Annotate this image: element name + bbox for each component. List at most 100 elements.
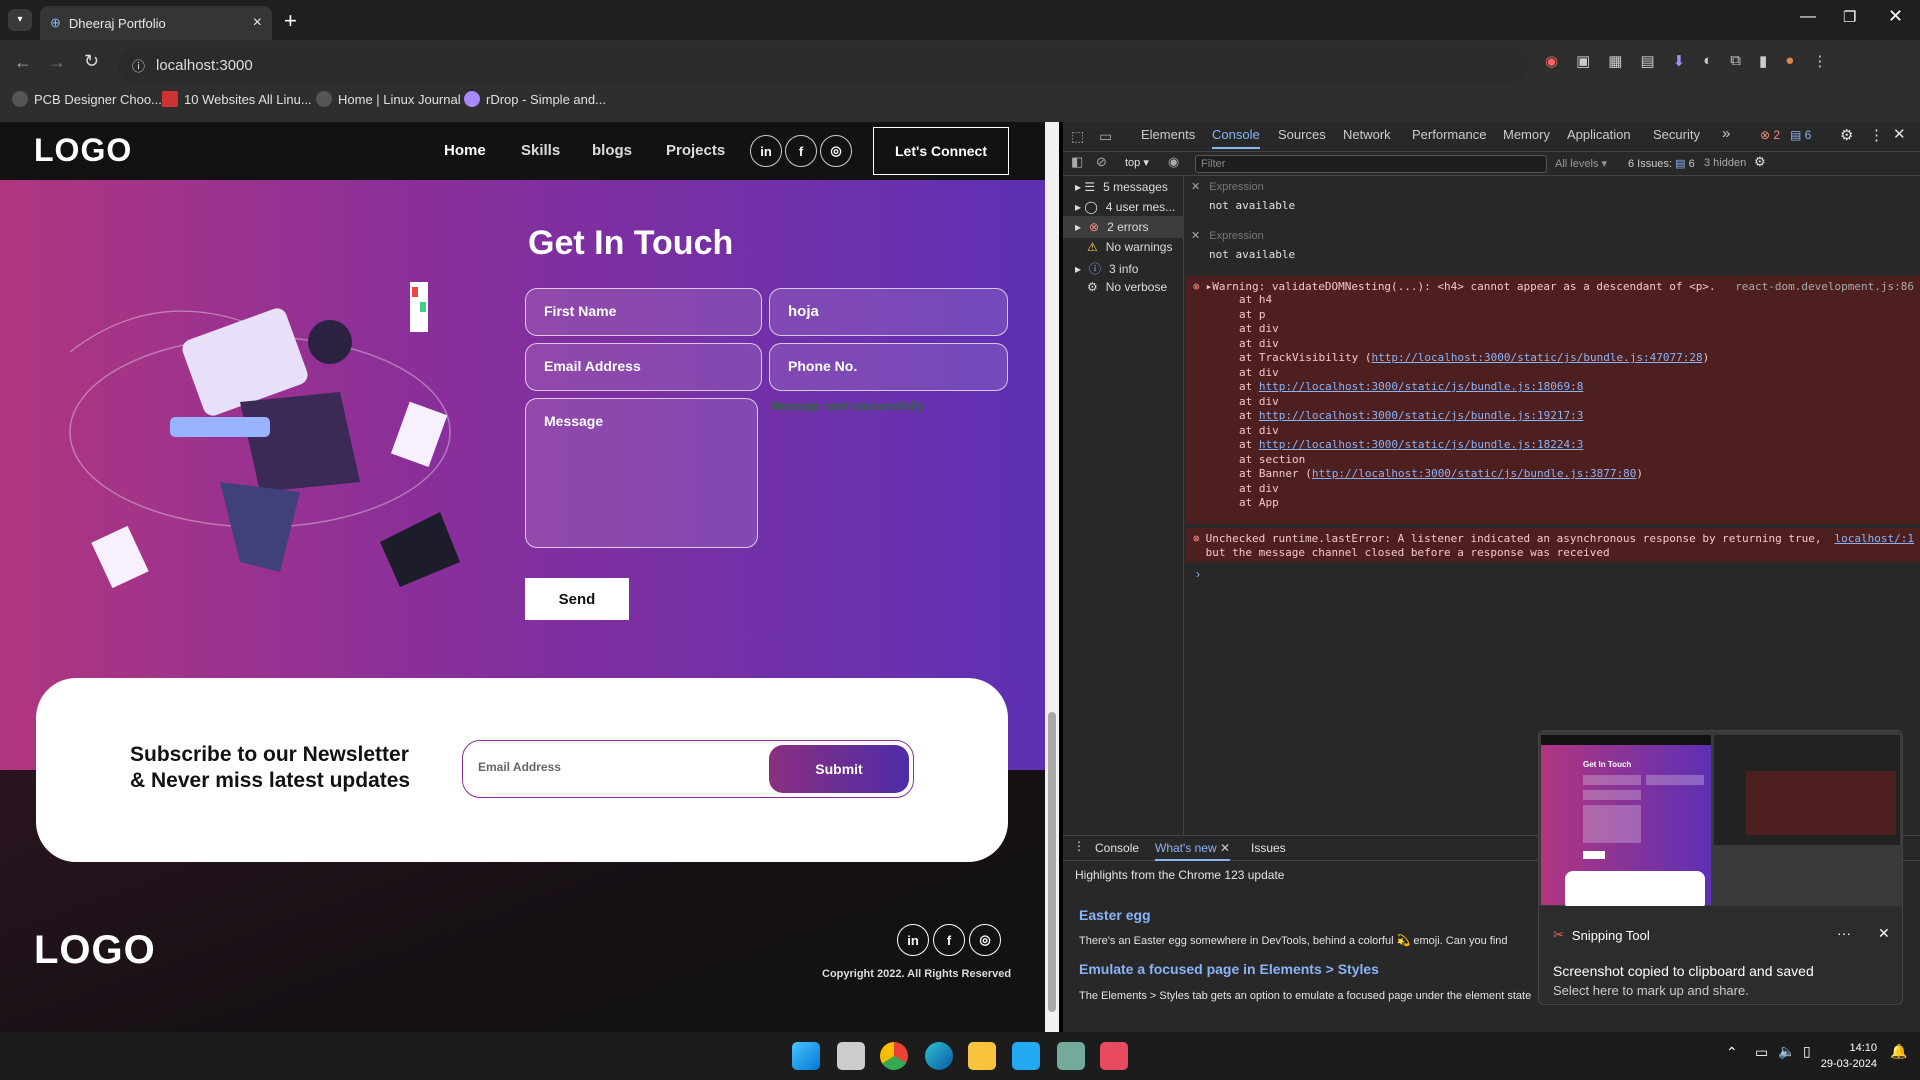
bookmark-4[interactable]: rDrop - Simple and...: [464, 91, 606, 107]
address-bar[interactable]: ⓘ localhost:3000: [118, 48, 1528, 82]
menu-icon[interactable]: ⋮: [1812, 52, 1827, 70]
avatar[interactable]: ●: [1785, 52, 1794, 70]
console-error-message[interactable]: ⊗ Unchecked runtime.lastError: A listene…: [1185, 528, 1920, 562]
newsletter-email-input[interactable]: Email Address: [478, 760, 561, 774]
inspect-icon[interactable]: ⬚: [1071, 128, 1084, 145]
reload-icon[interactable]: ↻: [84, 51, 99, 72]
extension-icon[interactable]: ▦: [1608, 52, 1622, 70]
console-warning-message[interactable]: ⊗ ▸Warning: validateDOMNesting(...): <h4…: [1185, 276, 1920, 524]
nav-link-skills[interactable]: Skills: [521, 142, 560, 159]
console-filter-input[interactable]: Filter: [1195, 155, 1547, 173]
devtools-tab-memory[interactable]: Memory: [1503, 127, 1550, 142]
facebook-icon[interactable]: f: [785, 135, 817, 167]
vscode-taskbar-icon[interactable]: [1012, 1042, 1040, 1070]
error-counter[interactable]: ⊗ 2: [1760, 128, 1780, 142]
battery-icon[interactable]: ▯: [1803, 1043, 1811, 1060]
settings-icon[interactable]: ⚙: [1840, 126, 1853, 144]
screenshot-thumbnail[interactable]: Get In Touch: [1539, 731, 1902, 906]
chatgpt-taskbar-icon[interactable]: [1057, 1042, 1085, 1070]
tray-chevron-icon[interactable]: ⌃: [1726, 1044, 1738, 1061]
newsletter-submit-button[interactable]: Submit: [769, 745, 909, 793]
close-tab-icon[interactable]: ×: [253, 14, 262, 32]
footer-linkedin-icon[interactable]: in: [897, 924, 929, 956]
window-close-button[interactable]: ✕: [1888, 6, 1903, 27]
error-source-link[interactable]: localhost/:1: [1835, 532, 1914, 558]
devtools-tab-elements[interactable]: Elements: [1141, 127, 1195, 142]
footer-logo[interactable]: LOGO: [34, 928, 156, 973]
browser-tab[interactable]: ⊕ Dheeraj Portfolio ×: [40, 6, 272, 40]
bookmark-1[interactable]: PCB Designer Choo...: [12, 91, 162, 107]
drawer-tab-issues[interactable]: Issues: [1251, 841, 1286, 855]
stack-trace-link[interactable]: http://localhost:3000/static/js/bundle.j…: [1371, 351, 1702, 364]
site-info-icon[interactable]: ⓘ: [132, 56, 145, 75]
bookmark-2[interactable]: 10 Websites All Linu...: [162, 91, 312, 107]
close-drawer-tab-icon[interactable]: ✕: [1220, 841, 1230, 855]
sidebar-info[interactable]: ▸ ⓘ 3 info: [1075, 260, 1138, 277]
email-field[interactable]: Email Address: [525, 343, 762, 391]
chrome-taskbar-icon[interactable]: [880, 1042, 908, 1070]
sidebar-errors[interactable]: ▸ ⊗ 2 errors: [1063, 216, 1184, 238]
drawer-tab-console[interactable]: Console: [1095, 841, 1139, 855]
phone-field[interactable]: Phone No.: [769, 343, 1008, 391]
devtools-tab-performance[interactable]: Performance: [1412, 127, 1486, 142]
live-expression-2[interactable]: ✕ Expression not available: [1191, 229, 1295, 261]
devtools-menu-icon[interactable]: ⋮: [1869, 126, 1884, 144]
stack-trace-line[interactable]: at http://localhost:3000/static/js/bundl…: [1239, 409, 1914, 424]
nav-link-blogs[interactable]: blogs: [592, 142, 632, 159]
stack-trace-link[interactable]: http://localhost:3000/static/js/bundle.j…: [1259, 409, 1584, 422]
sidebar-icon[interactable]: ▮: [1759, 52, 1767, 70]
chrome-icon[interactable]: ◉: [1545, 52, 1558, 70]
minimize-button[interactable]: —: [1800, 8, 1816, 26]
stack-trace-line[interactable]: at Banner (http://localhost:3000/static/…: [1239, 467, 1914, 482]
windows-start-icon[interactable]: [792, 1042, 820, 1070]
device-toolbar-icon[interactable]: ▭: [1099, 128, 1112, 145]
sidebar-messages[interactable]: ▸ ☰ 5 messages: [1075, 180, 1168, 194]
clear-console-icon[interactable]: ⊘: [1096, 154, 1107, 170]
devtools-tab-sources[interactable]: Sources: [1278, 127, 1326, 142]
context-select[interactable]: top ▾: [1125, 156, 1149, 169]
last-name-field[interactable]: hoja: [769, 288, 1008, 336]
sidebar-verbose[interactable]: ⚙ No verbose: [1087, 280, 1167, 294]
task-view-icon[interactable]: [837, 1042, 865, 1070]
extension-icon[interactable]: ▤: [1640, 52, 1654, 70]
first-name-field[interactable]: First Name: [525, 288, 762, 336]
notification-icon[interactable]: 🔔: [1890, 1043, 1907, 1060]
tab-search-button[interactable]: ▾: [8, 9, 32, 31]
whats-new-heading-2[interactable]: Emulate a focused page in Elements > Sty…: [1079, 961, 1379, 977]
scrollbar-thumb[interactable]: [1048, 712, 1056, 1012]
issue-counter[interactable]: ▤ 6: [1790, 128, 1811, 142]
stack-trace-link[interactable]: http://localhost:3000/static/js/bundle.j…: [1259, 438, 1584, 451]
live-expression-icon[interactable]: ◉: [1168, 154, 1179, 170]
devtools-tab-application[interactable]: Application: [1567, 127, 1631, 142]
puzzle-icon[interactable]: ⧉: [1730, 52, 1741, 70]
snipping-tool-taskbar-icon[interactable]: [1100, 1042, 1128, 1070]
page-scrollbar[interactable]: [1045, 122, 1059, 1032]
site-logo[interactable]: LOGO: [34, 132, 132, 169]
remove-expression-icon[interactable]: ✕: [1191, 181, 1200, 193]
linkedin-icon[interactable]: in: [750, 135, 782, 167]
restore-button[interactable]: ❐: [1843, 8, 1856, 26]
stack-trace-link[interactable]: http://localhost:3000/static/js/bundle.j…: [1312, 467, 1637, 480]
devtools-tab-console[interactable]: Console: [1212, 127, 1260, 149]
footer-instagram-icon[interactable]: ◎: [969, 924, 1001, 956]
stack-trace-link[interactable]: http://localhost:3000/static/js/bundle.j…: [1259, 380, 1584, 393]
sidebar-user-messages[interactable]: ▸ ◯ 4 user mes...: [1075, 200, 1175, 214]
toast-close-icon[interactable]: ✕: [1878, 925, 1890, 942]
stack-trace-line[interactable]: at TrackVisibility (http://localhost:300…: [1239, 351, 1914, 366]
stack-trace-line[interactable]: at http://localhost:3000/static/js/bundl…: [1239, 438, 1914, 453]
devtools-tab-network[interactable]: Network: [1343, 127, 1391, 142]
console-prompt[interactable]: ›: [1196, 567, 1200, 581]
footer-facebook-icon[interactable]: f: [933, 924, 965, 956]
live-expression-1[interactable]: ✕ Expression not available: [1191, 180, 1295, 212]
devtools-tab-security[interactable]: Security: [1653, 127, 1700, 142]
log-levels-select[interactable]: All levels ▾: [1555, 157, 1607, 170]
nav-link-projects[interactable]: Projects: [666, 142, 725, 159]
drawer-tab-whats-new[interactable]: What's new ✕: [1155, 841, 1231, 861]
instagram-icon[interactable]: ◎: [820, 135, 852, 167]
drawer-menu-icon[interactable]: ⋮: [1073, 839, 1085, 853]
warning-source-link[interactable]: react-dom.development.js:86: [1735, 280, 1914, 293]
devtools-close-icon[interactable]: ✕: [1893, 125, 1906, 143]
download-icon[interactable]: ⬇: [1673, 52, 1686, 70]
send-button[interactable]: Send: [525, 578, 629, 620]
remove-expression-icon[interactable]: ✕: [1191, 230, 1200, 242]
